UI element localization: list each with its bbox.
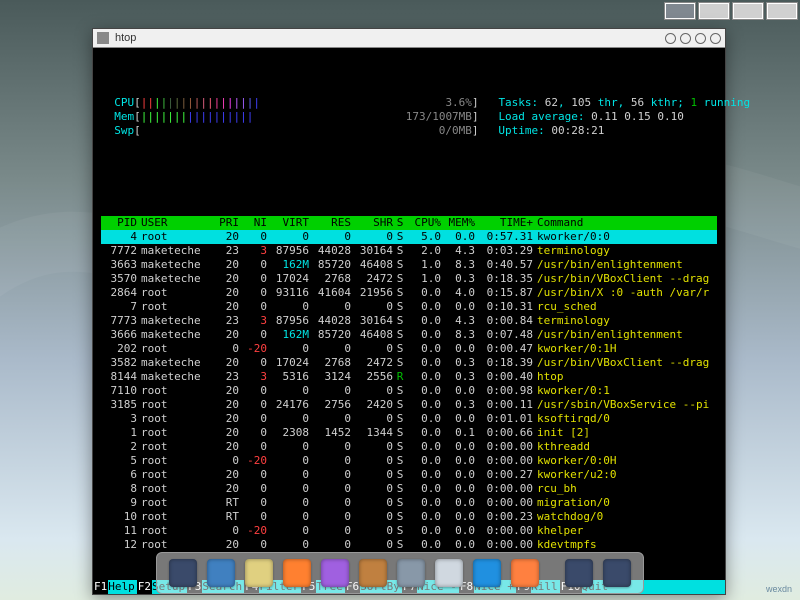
window-titlebar[interactable]: htop [93,29,725,48]
search-blue-icon[interactable] [207,559,235,587]
table-row[interactable]: 7root200000S0.00.00:10.31rcu_sched [101,300,717,314]
col-pri[interactable]: PRI [211,216,239,230]
table-row[interactable]: 8root200000S0.00.00:00.00rcu_bh [101,482,717,496]
table-row[interactable]: 10rootRT0000S0.00.00:00.23watchdog/0 [101,510,717,524]
table-row[interactable]: 11root0-20000S0.00.00:00.00khelper [101,524,717,538]
table-row[interactable]: 3570maketeche2001702427682472S1.00.30:18… [101,272,717,286]
pager-cell-2[interactable] [732,2,764,20]
table-row[interactable]: 5root0-20000S0.00.00:00.00kworker/0:0H [101,454,717,468]
table-row[interactable]: 3663maketeche200162M8572046408S1.08.30:4… [101,258,717,272]
window-restore-button[interactable] [695,33,706,44]
col-ni[interactable]: NI [239,216,267,230]
terminal-icon[interactable] [169,559,197,587]
dock [156,552,644,594]
workspace-pager[interactable] [664,2,798,20]
table-row[interactable]: 3582maketeche2001702427682472S0.00.30:18… [101,356,717,370]
col-time[interactable]: TIME+ [475,216,537,230]
magnifier-icon[interactable] [473,559,501,587]
table-row[interactable]: 3666maketeche200162M8572046408S0.08.30:0… [101,328,717,342]
table-row[interactable]: 202root0-20000S0.00.00:00.47kworker/0:1H [101,342,717,356]
table-row[interactable]: 12root200000S0.00.00:00.00kdevtmpfs [101,538,717,552]
col-shr[interactable]: SHR [351,216,393,230]
fkey-f2[interactable]: F2 [137,580,152,594]
table-row[interactable]: 8144maketeche233531631242556R0.00.30:00.… [101,370,717,384]
table-row[interactable]: 7773maketeche233879564402830164S0.04.30:… [101,314,717,328]
col-s[interactable]: S [393,216,407,230]
col-pid[interactable]: PID [101,216,141,230]
fkey-f1[interactable]: F1 [93,580,108,594]
process-table: PIDUSERPRINIVIRTRESSHRSCPU%MEM%TIME+Comm… [101,216,717,552]
col-virt[interactable]: VIRT [267,216,309,230]
monitor-1-icon[interactable] [565,559,593,587]
pager-cell-3[interactable] [766,2,798,20]
fkey-label-help[interactable]: Help [108,580,137,594]
table-row[interactable]: 4root200000S5.00.00:57.31kworker/0:0 [101,230,717,244]
col-cpu[interactable]: CPU% [407,216,441,230]
monitor-2-icon[interactable] [603,559,631,587]
firefox-icon[interactable] [283,559,311,587]
window-app-icon [97,32,109,44]
table-row[interactable]: 2864root200931164160421956S0.04.00:15.87… [101,286,717,300]
table-row[interactable]: 2root200000S0.00.00:00.00kthreadd [101,440,717,454]
media-icon[interactable] [321,559,349,587]
notes-icon[interactable] [245,559,273,587]
pager-cell-1[interactable] [698,2,730,20]
col-res[interactable]: RES [309,216,351,230]
col-user[interactable]: USER [141,216,211,230]
table-row[interactable]: 3root200000S0.00.00:01.01ksoftirqd/0 [101,412,717,426]
table-row[interactable]: 6root200000S0.00.00:00.27kworker/u2:0 [101,468,717,482]
table-row[interactable]: 7772maketeche233879564402830164S2.04.30:… [101,244,717,258]
table-row[interactable]: 3185root2002417627562420S0.00.30:00.11/u… [101,398,717,412]
virtualbox-icon[interactable] [397,559,425,587]
window-max-button[interactable] [680,33,691,44]
package-icon[interactable] [359,559,387,587]
col-mem[interactable]: MEM% [441,216,475,230]
window-min-button[interactable] [665,33,676,44]
window-close-button[interactable] [710,33,721,44]
table-row[interactable]: 7110root200000S0.00.00:00.98kworker/0:1 [101,384,717,398]
terminal-body[interactable]: CPU[|||||||||||||||||| 3.6%] Tasks: 62, … [93,48,725,580]
htop-window: htop CPU[|||||||||||||||||| 3.6%] Tasks:… [92,28,726,595]
window-title: htop [115,32,136,44]
table-header[interactable]: PIDUSERPRINIVIRTRESSHRSCPU%MEM%TIME+Comm… [101,216,717,230]
table-row[interactable]: 9rootRT0000S0.00.00:00.00migration/0 [101,496,717,510]
files-icon[interactable] [435,559,463,587]
table-row[interactable]: 1root200230814521344S0.00.10:00.66init [… [101,426,717,440]
col-command[interactable]: Command [537,216,717,230]
ubuntu-icon[interactable] [511,559,539,587]
pager-cell-0[interactable] [664,2,696,20]
watermark: wexdn [766,584,792,594]
